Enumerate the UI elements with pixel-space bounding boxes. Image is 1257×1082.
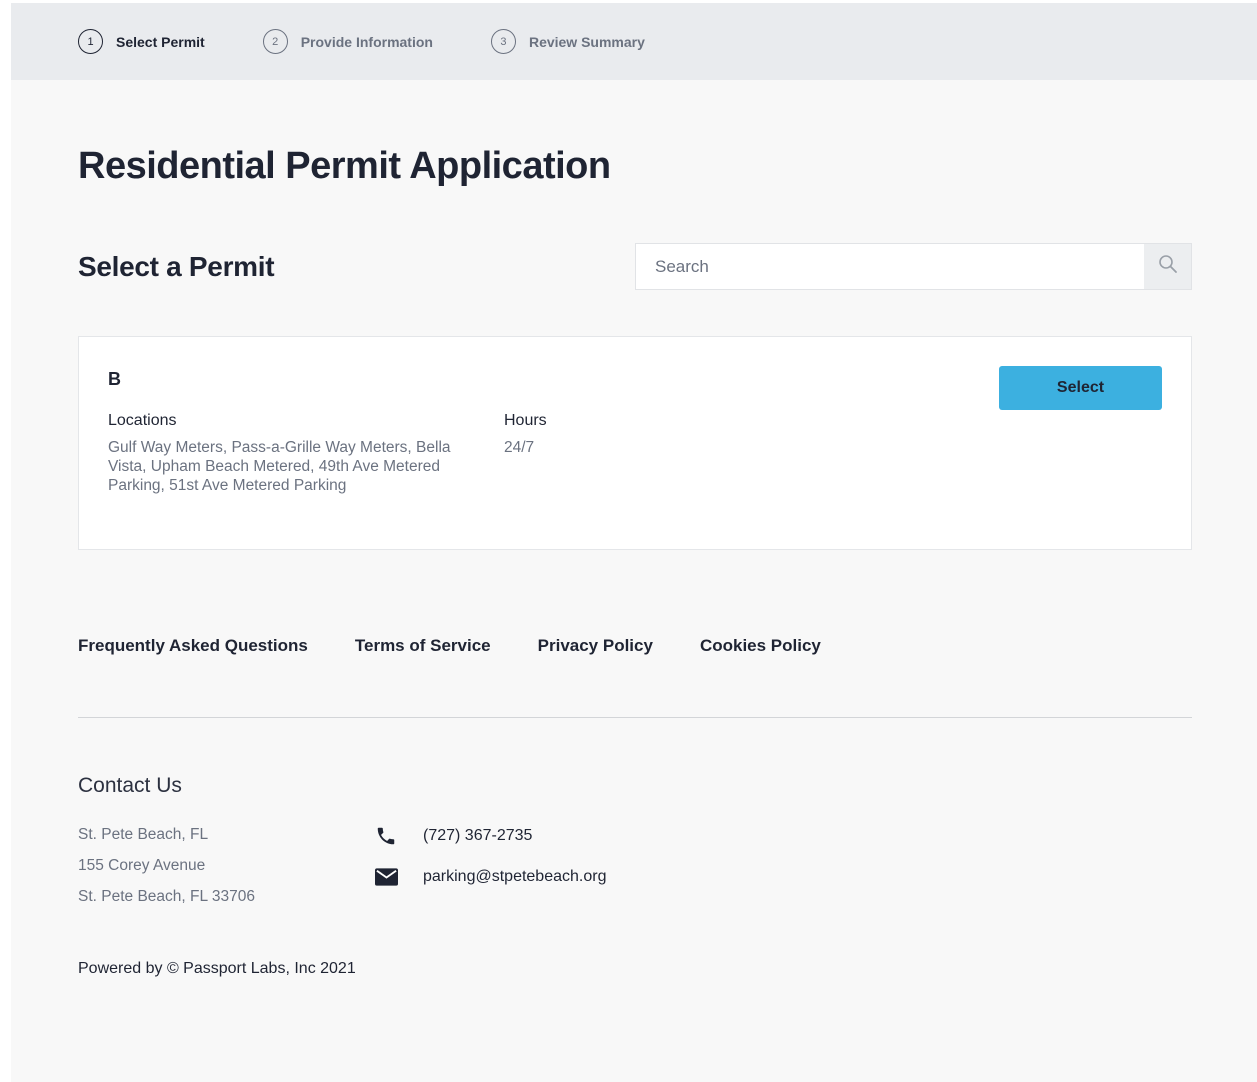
address-line: 155 Corey Avenue <box>78 857 206 874</box>
search-button[interactable] <box>1144 244 1191 289</box>
permit-card: B Locations Gulf Way Meters, Pass-a-Gril… <box>78 336 1192 550</box>
email-address[interactable]: parking@stpetebeach.org <box>423 868 606 886</box>
search-icon <box>1158 254 1178 279</box>
phone-number[interactable]: (727) 367-2735 <box>423 827 532 845</box>
section-title: Select a Permit <box>78 250 275 282</box>
permit-locations: Locations Gulf Way Meters, Pass-a-Grille… <box>108 412 504 495</box>
stepper: 1 Select Permit 2 Provide Information 3 … <box>11 3 1257 80</box>
search-input[interactable] <box>636 244 1144 289</box>
main-content: Residential Permit Application Select a … <box>11 80 1257 978</box>
contact-email: parking@stpetebeach.org <box>374 867 606 887</box>
powered-by: Powered by © Passport Labs, Inc 2021 <box>78 960 356 977</box>
hours-value: 24/7 <box>504 439 535 456</box>
locations-label: Locations <box>108 412 177 429</box>
privacy-link[interactable]: Privacy Policy <box>538 636 653 656</box>
address: St. Pete Beach, FL 155 Corey Avenue St. … <box>78 819 374 912</box>
mail-icon <box>374 867 398 887</box>
page-title: Residential Permit Application <box>78 145 611 187</box>
faq-link[interactable]: Frequently Asked Questions <box>78 636 308 656</box>
search-box <box>635 243 1192 290</box>
step-review-summary: 3 Review Summary <box>490 29 645 54</box>
hours-label: Hours <box>504 412 547 429</box>
cookies-link[interactable]: Cookies Policy <box>700 636 821 656</box>
step-number-circle: 3 <box>490 29 516 54</box>
permit-hours: Hours 24/7 <box>504 412 552 495</box>
contact-title: Contact Us <box>78 774 182 797</box>
step-select-permit: 1 Select Permit <box>78 29 205 54</box>
step-label: Select Permit <box>116 33 205 50</box>
step-provide-information: 2 Provide Information <box>262 29 433 54</box>
phone-icon <box>374 826 398 846</box>
address-line: St. Pete Beach, FL 33706 <box>78 888 255 905</box>
terms-link[interactable]: Terms of Service <box>355 636 491 656</box>
contact-phone: (727) 367-2735 <box>374 826 606 846</box>
locations-value: Gulf Way Meters, Pass-a-Grille Way Meter… <box>108 439 451 494</box>
step-label: Review Summary <box>528 33 645 50</box>
contact-list: (727) 367-2735 parking@stpetebeach.org <box>374 826 606 912</box>
contact-section: St. Pete Beach, FL 155 Corey Avenue St. … <box>78 823 1192 912</box>
footer-links: Frequently Asked Questions Terms of Serv… <box>78 636 1192 656</box>
address-line: St. Pete Beach, FL <box>78 826 209 843</box>
step-number-circle: 2 <box>262 29 288 54</box>
footer-divider <box>78 717 1192 718</box>
permit-details: Locations Gulf Way Meters, Pass-a-Grille… <box>108 412 1162 495</box>
step-number-circle: 1 <box>78 29 103 54</box>
select-button[interactable]: Select <box>999 366 1162 410</box>
page-frame: 1 Select Permit 2 Provide Information 3 … <box>11 3 1257 1082</box>
step-label: Provide Information <box>300 33 433 50</box>
select-permit-row: Select a Permit <box>78 243 1192 290</box>
